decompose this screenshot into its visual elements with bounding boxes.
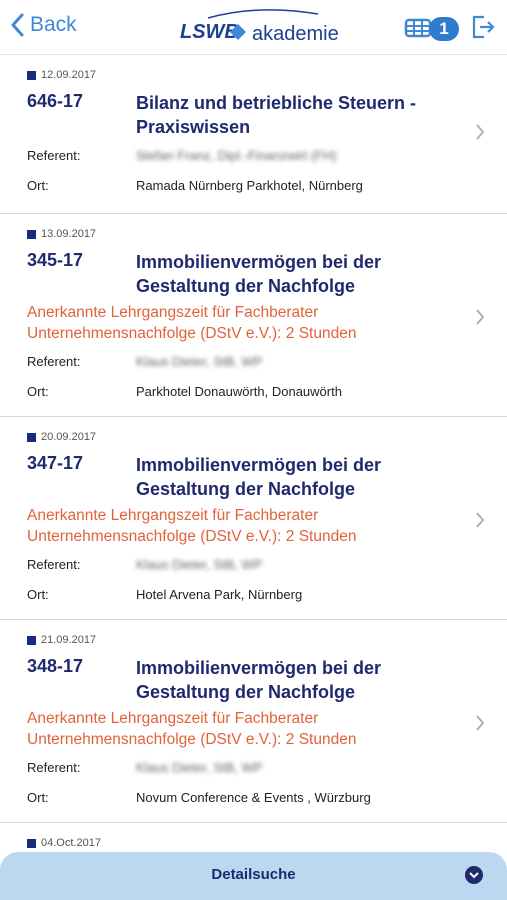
course-code: 646-17: [27, 91, 84, 111]
back-button[interactable]: Back: [10, 13, 77, 37]
back-label: Back: [30, 13, 77, 36]
cart-count-badge: 1: [429, 17, 459, 41]
course-title: Immobilienvermögen bei der Gestaltung de…: [136, 252, 382, 296]
chevron-down-icon[interactable]: [465, 866, 483, 884]
referent-label: Referent:: [27, 557, 81, 572]
date-marker-icon: [27, 432, 36, 442]
course-list: 12.09.2017 646-17 Bilanz und betrieblich…: [0, 55, 507, 863]
course-date: 20.09.2017: [27, 431, 96, 443]
svg-text:akademie: akademie: [252, 23, 338, 45]
accreditation-note: Anerkannte Lehrgangszeit für Fachberater…: [27, 304, 357, 342]
course-code: 345-17: [27, 250, 84, 270]
referent-value: Klaus Dieter, StB, WP: [136, 760, 263, 775]
list-item[interactable]: 20.09.2017 347-17 Immobilienvermögen bei…: [0, 417, 507, 620]
accreditation-note: Anerkannte Lehrgangszeit für Fachberater…: [27, 507, 357, 545]
detailsuche-label: Detailsuche: [211, 866, 296, 883]
list-item[interactable]: 12.09.2017 646-17 Bilanz und betrieblich…: [0, 55, 507, 214]
logout-button[interactable]: [470, 14, 496, 45]
date-marker-icon: [27, 229, 36, 239]
date-marker-icon: [27, 70, 36, 80]
course-date: 13.09.2017: [27, 228, 96, 240]
lswb-akademie-logo: LSWB akademie: [178, 6, 339, 50]
location-label: Ort:: [27, 178, 49, 193]
cart-button[interactable]: 1: [404, 14, 459, 42]
course-code: 348-17: [27, 656, 84, 676]
course-date: 04.Oct.2017: [27, 837, 101, 849]
course-code: 347-17: [27, 453, 84, 473]
app-header: Back LSWB akademie 1: [0, 0, 507, 55]
course-title: Immobilienvermögen bei der Gestaltung de…: [136, 658, 382, 702]
referent-value: Klaus Dieter, StB, WP: [136, 354, 263, 369]
course-date: 21.09.2017: [27, 634, 96, 646]
course-title: Bilanz und betriebliche Steuern - Praxis…: [136, 93, 417, 137]
accreditation-note: Anerkannte Lehrgangszeit für Fachberater…: [27, 710, 357, 748]
location-label: Ort:: [27, 384, 49, 399]
referent-value: Klaus Dieter, StB, WP: [136, 557, 263, 572]
chevron-right-icon: [475, 308, 485, 326]
course-date: 12.09.2017: [27, 69, 96, 81]
chevron-left-icon: [11, 13, 24, 37]
chevron-right-icon: [475, 511, 485, 529]
list-item[interactable]: 13.09.2017 345-17 Immobilienvermögen bei…: [0, 214, 507, 417]
logo-graphic: LSWB akademie: [180, 9, 339, 45]
location-value: Novum Conference & Events , Würzburg: [136, 790, 371, 805]
detailsuche-bar[interactable]: Detailsuche: [0, 852, 507, 900]
chevron-right-icon: [475, 123, 485, 141]
referent-value: Stefan Franz, Dipl.-Finanzwirt (FH): [136, 148, 337, 163]
course-title: Immobilienvermögen bei der Gestaltung de…: [136, 455, 382, 499]
chevron-right-icon: [475, 714, 485, 732]
logout-icon: [472, 15, 495, 39]
location-value: Parkhotel Donauwörth, Donauwörth: [136, 384, 342, 399]
location-value: Hotel Arvena Park, Nürnberg: [136, 587, 303, 602]
referent-label: Referent:: [27, 354, 81, 369]
date-marker-icon: [27, 838, 36, 848]
list-item[interactable]: 21.09.2017 348-17 Immobilienvermögen bei…: [0, 620, 507, 823]
referent-label: Referent:: [27, 148, 81, 163]
location-value: Ramada Nürnberg Parkhotel, Nürnberg: [136, 178, 363, 193]
location-label: Ort:: [27, 587, 49, 602]
date-marker-icon: [27, 635, 36, 645]
location-label: Ort:: [27, 790, 49, 805]
referent-label: Referent:: [27, 760, 81, 775]
